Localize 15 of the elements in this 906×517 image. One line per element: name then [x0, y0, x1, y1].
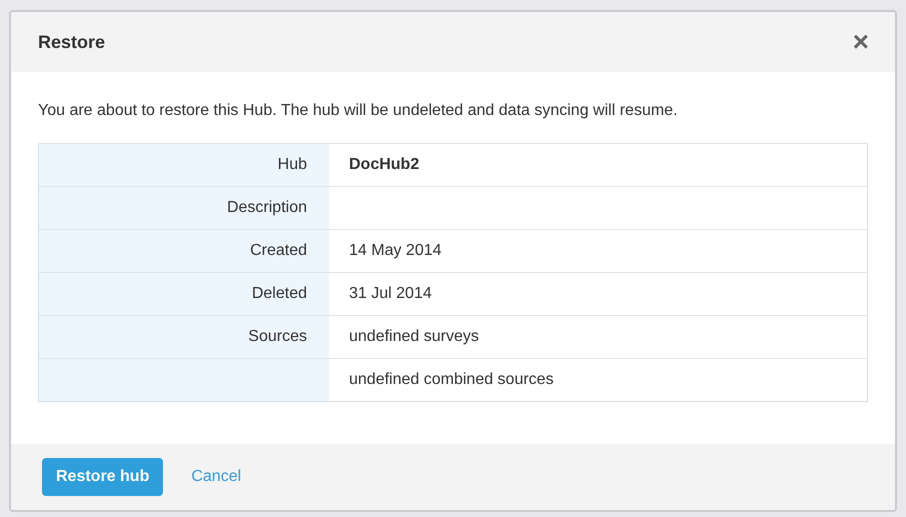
close-button[interactable]: × — [852, 28, 869, 56]
dialog-title: Restore — [38, 32, 106, 52]
value-cell: undefined surveys — [329, 316, 868, 358]
value-cell: 14 May 2014 — [329, 230, 868, 272]
value-cell: DocHub2 — [329, 144, 868, 186]
value-cell: 31 Jul 2014 — [329, 272, 868, 316]
cancel-link[interactable]: Cancel — [191, 468, 242, 486]
label-cell: Hub — [38, 144, 329, 186]
message-text: You are about to restore this Hub. The hub will be undeleted and data syncing will resume. — [38, 102, 679, 120]
value-cell: undefined combined sources — [329, 358, 868, 402]
restore-button[interactable]: Restore hub — [42, 458, 164, 496]
label-cell: Deleted — [38, 272, 329, 316]
label-cell: Sources — [38, 316, 329, 358]
label-cell: Created — [38, 230, 329, 272]
label-cell: Description — [38, 186, 329, 230]
